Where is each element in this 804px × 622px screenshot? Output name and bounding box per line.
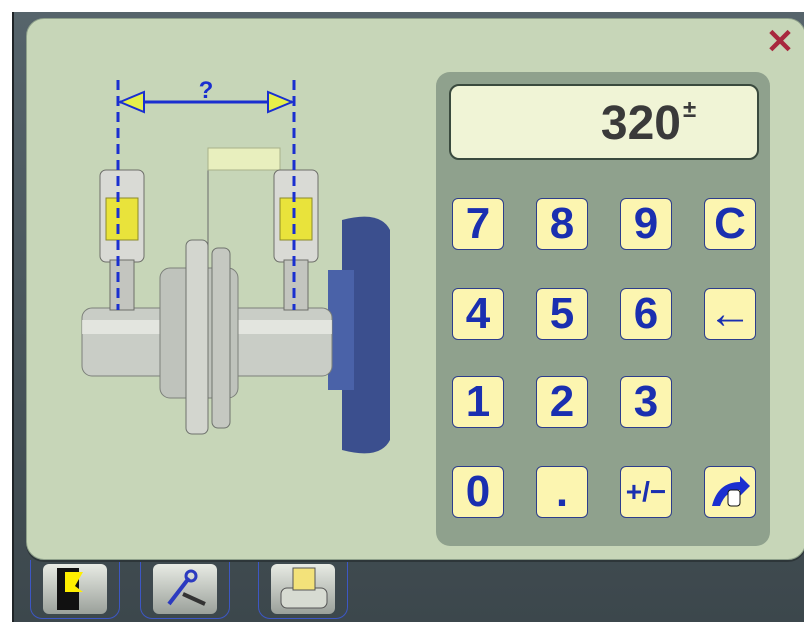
key-clear[interactable]: C xyxy=(704,198,756,250)
key-1[interactable]: 1 xyxy=(452,376,504,428)
key-2[interactable]: 2 xyxy=(536,376,588,428)
key-backspace[interactable]: ← xyxy=(704,288,756,340)
key-7[interactable]: 7 xyxy=(452,198,504,250)
distance-label: ? xyxy=(199,77,214,104)
key-9[interactable]: 9 xyxy=(620,198,672,250)
display-value: 320 xyxy=(600,97,681,150)
sensor-button[interactable] xyxy=(258,560,348,619)
tolerance-sign: ± xyxy=(683,96,697,123)
hand-pointer-arrow-icon xyxy=(712,476,750,507)
exit-button[interactable] xyxy=(30,560,120,619)
key-0[interactable]: 0 xyxy=(452,466,504,518)
close-icon: ✕ xyxy=(765,23,795,61)
value-display: 320 ± xyxy=(449,84,759,160)
key-enter[interactable] xyxy=(704,466,756,518)
key-5[interactable]: 5 xyxy=(536,288,588,340)
key-6[interactable]: 6 xyxy=(620,288,672,340)
tools-button[interactable] xyxy=(140,560,230,619)
key-4[interactable]: 4 xyxy=(452,288,504,340)
key-8[interactable]: 8 xyxy=(536,198,588,250)
key-decimal[interactable]: . xyxy=(536,466,588,518)
key-plus-minus[interactable]: +/− xyxy=(620,466,672,518)
shaft-sensor-illustration: ? xyxy=(81,77,390,454)
sensor-device-icon xyxy=(271,564,335,614)
exit-door-icon xyxy=(43,564,107,614)
key-3[interactable]: 3 xyxy=(620,376,672,428)
close-button[interactable]: ✕ xyxy=(762,23,798,61)
tools-wrench-icon xyxy=(153,564,217,614)
